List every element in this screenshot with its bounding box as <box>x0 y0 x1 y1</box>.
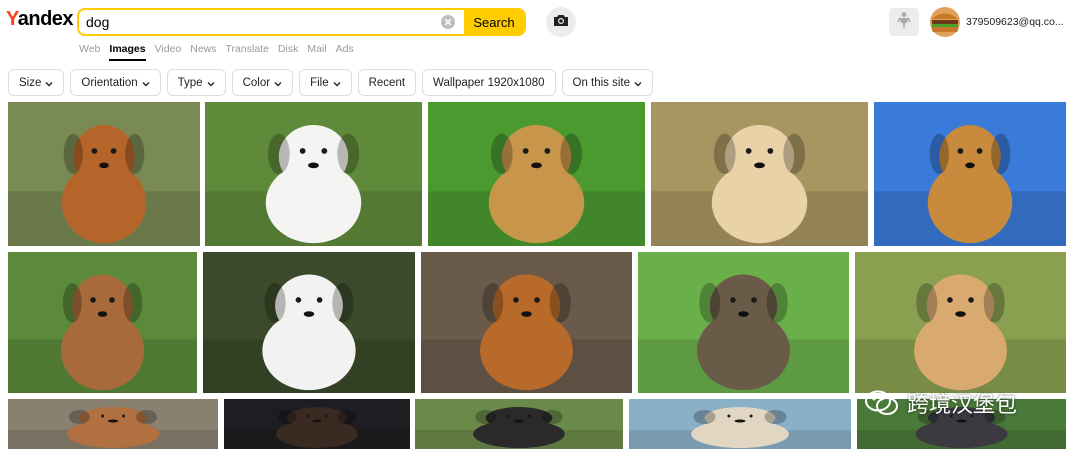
logo-y: Y <box>6 8 18 30</box>
tab-web[interactable]: Web <box>79 43 100 61</box>
image-result-golden-retriever-sky[interactable] <box>874 102 1066 246</box>
tab-disk[interactable]: Disk <box>278 43 298 61</box>
filter-size[interactable]: Size <box>8 69 65 96</box>
image-result-beagle-running[interactable] <box>8 102 200 246</box>
clear-icon[interactable] <box>440 14 456 30</box>
wechat-icon <box>865 390 899 416</box>
filter-label: On this site <box>572 76 631 89</box>
avatar[interactable] <box>929 7 961 37</box>
search-box: Search <box>77 8 526 36</box>
image-result-golden-puppy-running[interactable] <box>651 102 868 246</box>
notification-icon <box>897 11 911 34</box>
image-result-golden-retriever-field[interactable] <box>855 252 1066 393</box>
tab-translate[interactable]: Translate <box>226 43 269 61</box>
user-email[interactable]: 379509623@qq.co... <box>966 16 1064 28</box>
filter-bar: Size Orientation Type Color File Recent Wallpa… <box>8 69 659 96</box>
filter-label: Color <box>242 76 271 89</box>
image-result-dog-on-grass-ears[interactable] <box>638 252 849 393</box>
watermark: 跨境汉堡包 <box>865 387 1017 419</box>
filter-on-this-site[interactable]: On this site <box>561 69 654 96</box>
filter-label: File <box>310 76 329 89</box>
filter-orientation[interactable]: Orientation <box>70 69 161 96</box>
image-result-retriever-tree-partial[interactable] <box>629 399 851 449</box>
chevron-down-icon <box>142 79 150 87</box>
image-result-white-spitz-lying[interactable] <box>205 102 422 246</box>
yandex-logo[interactable]: Yandex <box>6 8 74 31</box>
image-result-hound-partial[interactable] <box>8 399 218 449</box>
filter-file[interactable]: File <box>299 69 352 96</box>
notification-button[interactable] <box>889 8 919 36</box>
image-result-spaniel-lying-deck[interactable] <box>421 252 632 393</box>
filter-label: Orientation <box>81 76 138 89</box>
image-result-border-collie-partial[interactable] <box>415 399 623 449</box>
filter-label: Size <box>19 76 42 89</box>
filter-label: Recent <box>368 76 406 89</box>
filter-label: Wallpaper 1920x1080 <box>433 76 545 89</box>
watermark-text: 跨境汉堡包 <box>907 392 1018 417</box>
search-input[interactable] <box>79 10 440 34</box>
chevron-down-icon <box>634 79 642 87</box>
image-result-white-maltese-grass[interactable] <box>203 252 415 393</box>
image-result-beagle-puppy-clover[interactable] <box>8 252 197 393</box>
tab-images[interactable]: Images <box>109 43 146 61</box>
filter-type[interactable]: Type <box>166 69 226 96</box>
tab-mail[interactable]: Mail <box>307 43 326 61</box>
tab-news[interactable]: News <box>190 43 216 61</box>
tab-video[interactable]: Video <box>155 43 182 61</box>
image-result-boerboel-on-lawn[interactable] <box>428 102 645 246</box>
image-search-button[interactable] <box>546 7 576 37</box>
chevron-down-icon <box>333 79 341 87</box>
filter-recent[interactable]: Recent <box>357 69 417 96</box>
search-button[interactable]: Search <box>464 10 524 34</box>
search-tabs: Web Images Video News Translate Disk Mail Ads <box>79 43 363 61</box>
chevron-down-icon <box>45 79 53 87</box>
camera-icon <box>553 13 569 32</box>
logo-rest: andex <box>17 8 74 30</box>
tab-ads[interactable]: Ads <box>336 43 354 61</box>
chevron-down-icon <box>274 79 282 87</box>
image-result-dark-dog-partial[interactable] <box>224 399 410 449</box>
filter-label: Type <box>177 76 203 89</box>
chevron-down-icon <box>207 79 215 87</box>
filter-color[interactable]: Color <box>231 69 294 96</box>
filter-wallpaper-1920x1080[interactable]: Wallpaper 1920x1080 <box>422 69 556 96</box>
